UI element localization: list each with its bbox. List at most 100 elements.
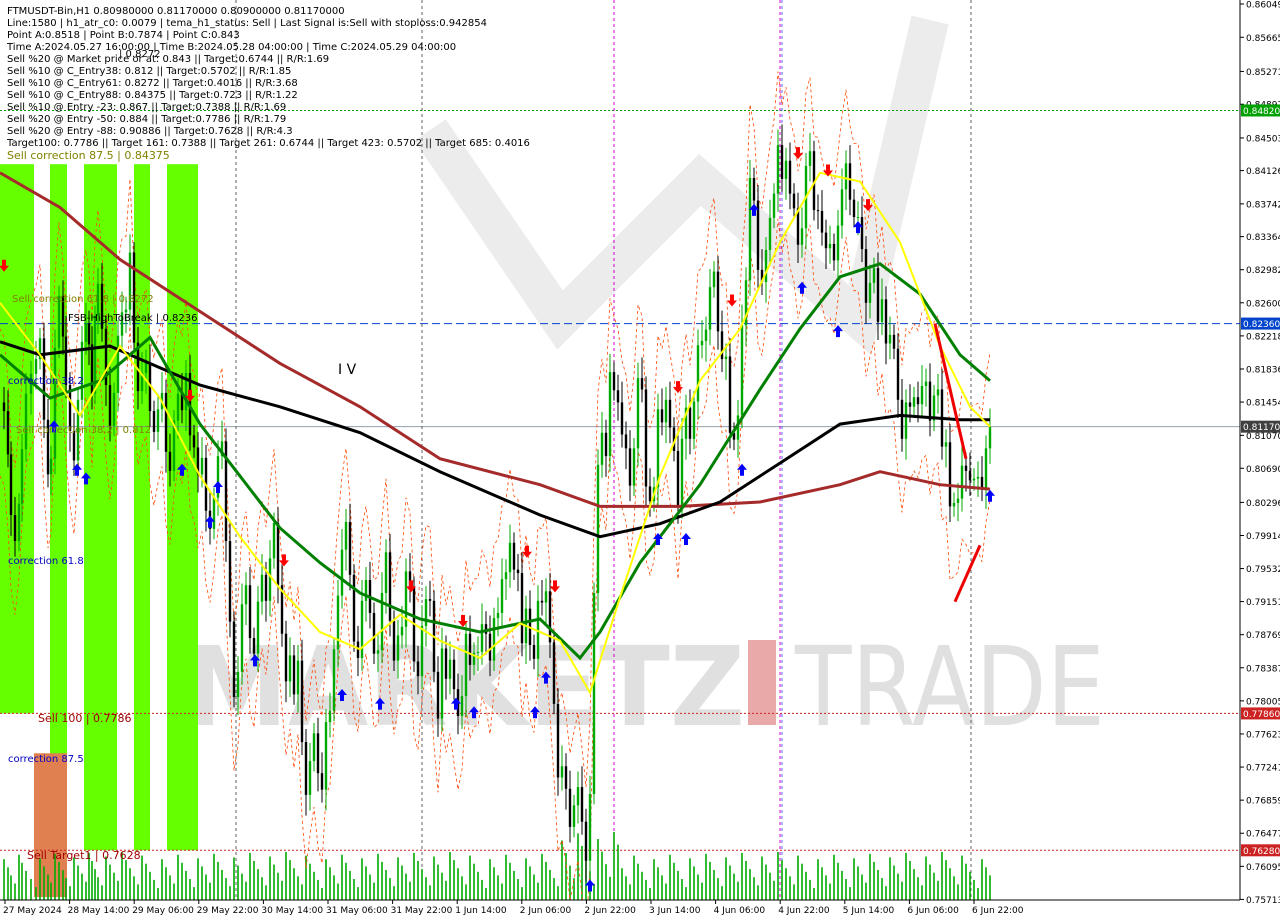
y-tick-label: 0.81836 xyxy=(1246,365,1280,375)
candle-body xyxy=(896,348,900,400)
candle-body xyxy=(892,334,896,349)
candle-body xyxy=(34,359,38,374)
candle-body xyxy=(576,787,580,806)
y-tick-label: 0.84126 xyxy=(1246,167,1280,177)
candle-body xyxy=(2,402,6,412)
candle-body xyxy=(284,633,288,682)
candle-body xyxy=(87,323,91,345)
candle-body xyxy=(648,486,652,502)
candle-body xyxy=(908,402,912,407)
candle-body xyxy=(532,644,536,659)
candle-body xyxy=(772,193,776,218)
candle-body xyxy=(90,344,94,394)
candle-body xyxy=(232,621,236,697)
candle-body xyxy=(152,411,156,432)
candle-body xyxy=(852,199,856,218)
x-tick-label: 27 May 2024 xyxy=(3,906,62,916)
info-line-6: Sell %10 @ C_Entry61: 0.8272 || Target:0… xyxy=(7,78,298,89)
candle-body xyxy=(352,574,356,642)
candle-body xyxy=(416,661,420,677)
candle-body xyxy=(320,773,324,790)
candle-body xyxy=(956,498,960,503)
candle-body xyxy=(840,189,844,226)
label-sell-correction-382: Sell correction 38.2 | 0.812 xyxy=(16,425,151,436)
candle-body xyxy=(920,385,924,405)
candle-body xyxy=(680,438,684,506)
label-sell-100: Sell 100 | 0.7786 xyxy=(38,712,132,725)
candle-body xyxy=(972,478,976,481)
candle-body xyxy=(964,465,968,471)
candle-body xyxy=(308,761,312,795)
candle-body xyxy=(288,655,292,682)
y-tick-label: 0.82600 xyxy=(1246,299,1280,309)
price-marker-label: 0.76280 xyxy=(1243,847,1280,857)
candle-body xyxy=(704,329,708,341)
candle-body xyxy=(716,271,720,332)
candle-body xyxy=(624,434,628,449)
y-tick-label: 0.86049 xyxy=(1246,1,1280,11)
candle-body xyxy=(124,309,128,313)
price-chart[interactable]: MARKETZ TRADE Sell correction 61.8 | 0.8… xyxy=(0,0,1280,923)
y-tick-label: 0.83364 xyxy=(1246,233,1280,243)
y-tick-label: 0.76859 xyxy=(1246,797,1280,807)
candle-body xyxy=(240,604,244,672)
candle-body xyxy=(580,787,584,822)
candle-body xyxy=(568,788,572,827)
candle-body xyxy=(768,217,772,250)
zone-green-2 xyxy=(84,164,117,851)
candle-body xyxy=(388,552,392,621)
candle-body xyxy=(912,397,916,407)
candle-body xyxy=(620,402,624,435)
candle-body xyxy=(904,402,908,439)
zone-green-1 xyxy=(50,164,67,851)
candle-body xyxy=(640,378,644,390)
candle-body xyxy=(6,411,10,455)
candle-body xyxy=(784,160,788,179)
x-tick-label: 2 Jun 06:00 xyxy=(520,906,572,916)
candle-body xyxy=(20,449,24,504)
candle-body xyxy=(880,299,884,322)
candle-body xyxy=(84,323,88,342)
info-line-11: Target100: 0.7786 || Target 161: 0.7388 … xyxy=(6,138,530,149)
candle-body xyxy=(156,409,160,432)
candle-body xyxy=(464,633,468,697)
candle-body xyxy=(616,390,620,403)
candle-body xyxy=(260,574,264,602)
chart-window[interactable]: MARKETZ TRADE Sell correction 61.8 | 0.8… xyxy=(0,0,1280,923)
label-sell-correction-618: Sell correction 61.8 | 0.8272 xyxy=(12,294,154,305)
candle-body xyxy=(292,655,296,695)
candle-body xyxy=(876,268,880,322)
info-line-7: Sell %10 @ C_Entry88: 0.84375 || Target:… xyxy=(7,90,298,101)
candle-body xyxy=(756,200,760,270)
candle-body xyxy=(276,522,280,586)
candle-body xyxy=(668,399,672,428)
candle-body xyxy=(420,625,424,677)
candle-body xyxy=(764,249,768,283)
candle-body xyxy=(520,573,524,644)
candle-body xyxy=(268,558,272,601)
candle-body xyxy=(304,742,308,795)
candle-body xyxy=(688,407,692,439)
candle-body xyxy=(936,389,940,396)
candle-body xyxy=(500,579,504,613)
candle-body xyxy=(960,465,964,499)
candle-body xyxy=(844,163,848,190)
y-tick-label: 0.84503 xyxy=(1246,134,1280,144)
y-tick-label: 0.80296 xyxy=(1246,499,1280,509)
info-line-3: Time A:2024.05.27 16:00:00 | Time B:2024… xyxy=(6,42,456,53)
candle-body xyxy=(872,268,876,283)
candle-body xyxy=(792,193,796,209)
candle-body xyxy=(660,409,664,423)
candle-body xyxy=(540,600,544,603)
label-correction-875: correction 87.5 xyxy=(8,754,84,765)
watermark-text-right: TRADE xyxy=(794,623,1105,751)
candle-body xyxy=(544,591,548,603)
candle-body xyxy=(512,542,516,570)
candle-body xyxy=(428,599,432,601)
watermark-accent-bar xyxy=(748,640,776,725)
x-tick-label: 6 Jun 22:00 xyxy=(972,906,1024,916)
candle-body xyxy=(584,821,588,861)
y-tick-label: 0.78005 xyxy=(1246,697,1280,707)
x-tick-label: 3 Jun 14:00 xyxy=(649,906,701,916)
candle-body xyxy=(628,448,632,486)
